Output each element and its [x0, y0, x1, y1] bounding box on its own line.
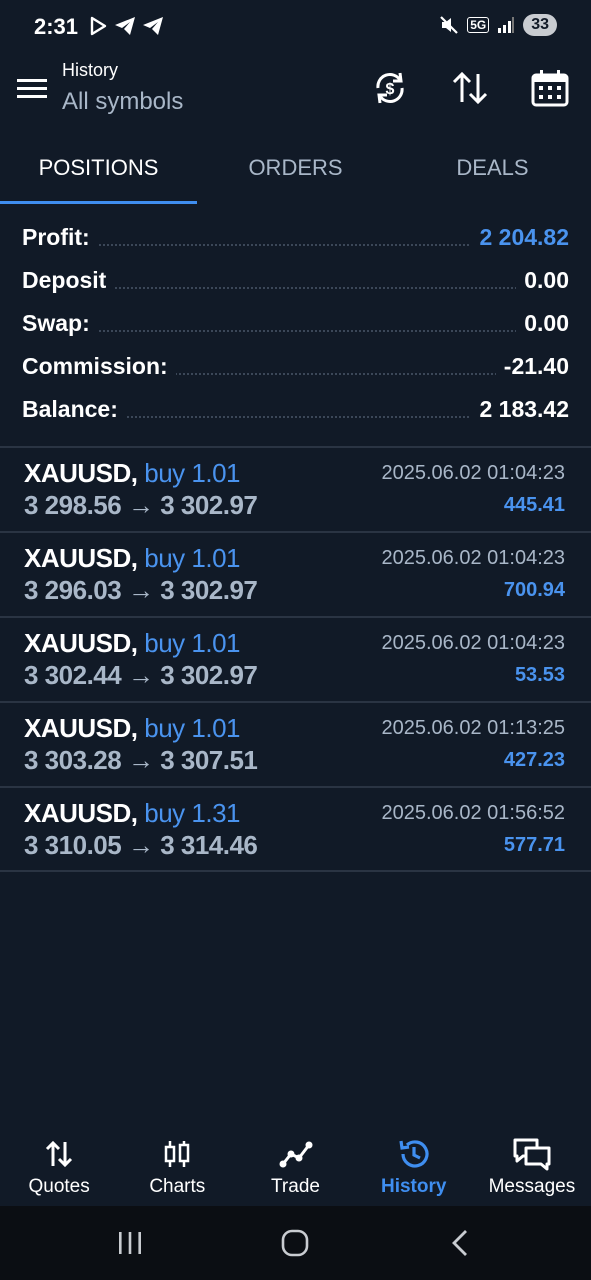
- position-profit: 700.94: [503, 579, 565, 601]
- position-time: 2025.06.02 01:13:25: [381, 717, 565, 739]
- history-tabs: POSITIONS ORDERS DEALS: [0, 136, 591, 204]
- signal-icon: [498, 17, 515, 33]
- telegram-icon: [143, 17, 163, 35]
- summary-label: Profit:: [22, 224, 98, 251]
- telegram-icon: [115, 17, 135, 35]
- position-type: buy 1.01: [144, 458, 240, 488]
- summary-label: Balance:: [22, 396, 126, 423]
- summary-value: 0.00: [516, 267, 569, 294]
- network-type: 5G: [467, 17, 490, 33]
- tab-positions[interactable]: POSITIONS: [0, 136, 197, 204]
- summary-row-deposit: Deposit 0.00: [0, 259, 591, 302]
- position-profit: 577.71: [503, 834, 565, 856]
- summary-label: Swap:: [22, 310, 98, 337]
- nav-trade[interactable]: Trade: [236, 1122, 354, 1206]
- sync-icon[interactable]: $: [370, 68, 410, 108]
- position-symbol: XAUUSD, buy 1.01: [24, 713, 240, 743]
- summary-row-commission: Commission: -21.40: [0, 345, 591, 388]
- position-symbol: XAUUSD, buy 1.01: [24, 628, 240, 658]
- summary-row-balance: Balance: 2 183.42: [0, 388, 591, 431]
- position-prices: 3 303.28 → 3 307.51: [24, 745, 258, 775]
- position-type: buy 1.01: [144, 713, 240, 743]
- position-row[interactable]: XAUUSD, buy 1.01 3 298.56 → 3 302.97 202…: [0, 448, 591, 533]
- notification-icons: [88, 16, 164, 36]
- candlestick-icon: [165, 1141, 190, 1167]
- history-clock-icon: [399, 1140, 429, 1168]
- status-bar: 2:31 5G 33: [0, 0, 591, 56]
- position-type: buy 1.01: [144, 628, 240, 658]
- summary-row-profit: Profit: 2 204.82: [0, 216, 591, 259]
- tab-deals[interactable]: DEALS: [394, 136, 591, 204]
- divider: [0, 870, 591, 872]
- bottom-navigation: Quotes Charts Trade History Messages: [0, 1122, 591, 1206]
- page-subtitle: History: [62, 60, 119, 80]
- nav-label: Messages: [488, 1176, 576, 1197]
- system-navigation-bar: [0, 1206, 591, 1280]
- menu-icon[interactable]: [16, 74, 48, 104]
- nav-charts[interactable]: Charts: [118, 1122, 236, 1206]
- position-time: 2025.06.02 01:56:52: [381, 802, 565, 824]
- position-profit: 427.23: [503, 749, 565, 771]
- summary-label: Deposit: [22, 267, 115, 294]
- summary-value: 2 183.42: [471, 396, 569, 423]
- nav-label: Trade: [271, 1176, 320, 1197]
- status-time: 2:31: [34, 14, 79, 39]
- position-prices: 3 296.03 → 3 302.97: [24, 575, 258, 605]
- back-icon[interactable]: [448, 1228, 472, 1258]
- position-type: buy 1.01: [144, 543, 240, 573]
- system-status-icons: 5G 33: [439, 14, 557, 36]
- position-prices: 3 298.56 → 3 302.97: [24, 490, 258, 520]
- position-row[interactable]: XAUUSD, buy 1.31 3 310.05 → 3 314.46 202…: [0, 788, 591, 873]
- summary-section: Profit: 2 204.82 Deposit 0.00 Swap: 0.00…: [0, 216, 591, 431]
- messages-icon: [513, 1138, 551, 1171]
- position-row[interactable]: XAUUSD, buy 1.01 3 296.03 → 3 302.97 202…: [0, 533, 591, 618]
- summary-label: Commission:: [22, 353, 176, 380]
- tab-orders[interactable]: ORDERS: [197, 136, 394, 204]
- trade-line-icon: [279, 1141, 312, 1168]
- position-profit: 445.41: [503, 494, 565, 516]
- battery-indicator: 33: [523, 14, 557, 36]
- summary-value: 0.00: [516, 310, 569, 337]
- position-prices: 3 302.44 → 3 302.97: [24, 660, 258, 690]
- position-symbol: XAUUSD, buy 1.31: [24, 798, 240, 828]
- position-time: 2025.06.02 01:04:23: [381, 462, 565, 484]
- summary-value: -21.40: [495, 353, 569, 380]
- nav-history[interactable]: History: [355, 1122, 473, 1206]
- position-prices: 3 310.05 → 3 314.46: [24, 830, 258, 860]
- dotted-leader: [22, 330, 569, 332]
- play-store-icon: [90, 16, 107, 36]
- nav-label: Charts: [149, 1176, 206, 1197]
- position-time: 2025.06.02 01:04:23: [381, 547, 565, 569]
- position-row[interactable]: XAUUSD, buy 1.01 3 303.28 → 3 307.51 202…: [0, 703, 591, 788]
- summary-value: 2 204.82: [471, 224, 569, 251]
- position-profit: 53.53: [514, 664, 565, 686]
- position-time: 2025.06.02 01:04:23: [381, 632, 565, 654]
- nav-label: History: [380, 1176, 447, 1197]
- position-symbol: XAUUSD, buy 1.01: [24, 458, 240, 488]
- nav-quotes[interactable]: Quotes: [0, 1122, 118, 1206]
- app-bar: History All symbols $: [0, 56, 591, 132]
- position-symbol: XAUUSD, buy 1.01: [24, 543, 240, 573]
- symbol-filter[interactable]: All symbols: [62, 88, 183, 116]
- summary-row-swap: Swap: 0.00: [0, 302, 591, 345]
- calendar-icon[interactable]: [530, 68, 570, 108]
- nav-messages[interactable]: Messages: [473, 1122, 591, 1206]
- mute-icon: [440, 16, 458, 34]
- position-row[interactable]: XAUUSD, buy 1.01 3 302.44 → 3 302.97 202…: [0, 618, 591, 703]
- quotes-arrows-icon: [46, 1140, 73, 1168]
- recent-apps-icon[interactable]: [116, 1228, 144, 1258]
- svg-text:$: $: [386, 81, 395, 98]
- position-type: buy 1.31: [144, 798, 240, 828]
- home-icon[interactable]: [280, 1228, 310, 1258]
- nav-label: Quotes: [28, 1176, 90, 1197]
- sort-icon[interactable]: [450, 68, 490, 108]
